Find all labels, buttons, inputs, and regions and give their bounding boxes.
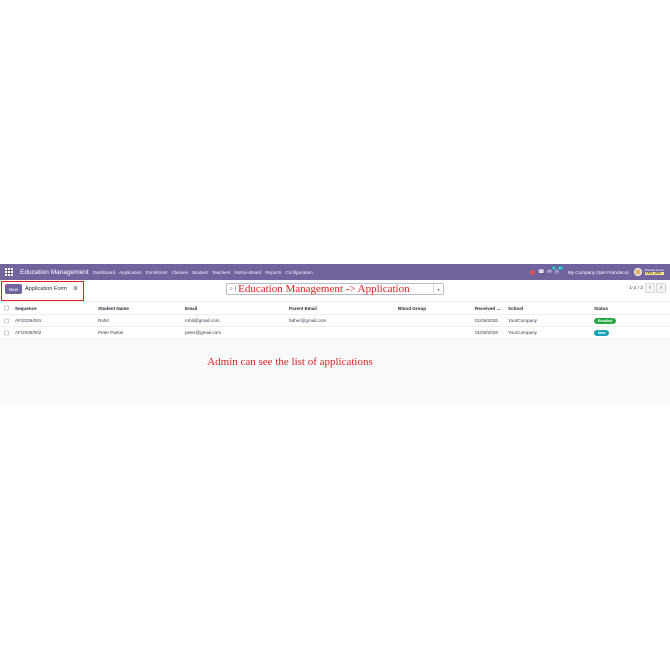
menu-reports[interactable]: Reports: [265, 270, 281, 275]
col-received[interactable]: Received ...: [475, 302, 500, 314]
menu-notice-board[interactable]: Notice-Board: [234, 270, 261, 275]
table-row[interactable]: AF/2026/001 Rohit rohit@gmail.com father…: [0, 315, 670, 327]
gear-icon[interactable]: ⚙: [73, 286, 78, 292]
col-school[interactable]: School: [508, 302, 523, 314]
menu-application[interactable]: Application: [119, 270, 141, 275]
pager-next-button[interactable]: ›: [656, 283, 666, 293]
status-cell: Enrolled: [594, 315, 617, 326]
activities-count: 14: [557, 266, 563, 270]
search-icon: ⌕: [230, 286, 233, 292]
row-checkbox[interactable]: [4, 318, 9, 323]
menu-dashboard[interactable]: Dashboard: [93, 270, 115, 275]
pager-value[interactable]: 1-2 / 2: [629, 286, 643, 291]
new-button[interactable]: New: [5, 284, 22, 294]
menu-teachers[interactable]: Teachers: [212, 270, 231, 275]
table-header: Sequence Student Name Email Parent Email…: [0, 302, 670, 315]
row-checkbox[interactable]: [4, 330, 9, 335]
user-avatar[interactable]: [633, 268, 642, 276]
cell-student-name: Rohit: [98, 318, 109, 323]
cell-sequence: AF/2026/001: [15, 318, 42, 323]
page-title: Application Form: [25, 286, 67, 292]
messages-icon[interactable]: ✉ 8: [547, 266, 556, 275]
search-cursor: |: [234, 286, 237, 292]
col-status[interactable]: Status: [594, 302, 608, 314]
col-blood-group[interactable]: Blood Group: [398, 302, 426, 314]
company-switcher[interactable]: My Company (San Francisco): [568, 270, 629, 275]
control-panel: New Application Form ⚙ ⌕ | Education Man…: [0, 280, 670, 302]
top-navbar: Education Management Dashboard Applicati…: [0, 264, 670, 280]
main-menu: Dashboard Application Enrollment Classes…: [93, 270, 317, 275]
select-all-checkbox[interactable]: [4, 305, 9, 311]
menu-student[interactable]: Student: [192, 270, 208, 275]
applications-table: Sequence Student Name Email Parent Email…: [0, 302, 670, 339]
menu-enrollment[interactable]: Enrollment: [146, 270, 168, 275]
cell-sequence: AF/2026/002: [15, 330, 42, 335]
status-badge: New: [594, 329, 610, 336]
col-student-name[interactable]: Student Name: [98, 302, 129, 314]
col-sequence[interactable]: Sequence: [15, 302, 37, 314]
cell-email: peter@gmail.com: [185, 330, 222, 335]
phone-icon[interactable]: ☎: [538, 269, 544, 275]
status-cell: New: [594, 327, 610, 338]
cell-parent-email: father@gmail.com: [289, 318, 327, 323]
cell-school: YourCompany: [508, 318, 537, 323]
cell-student-name: Peter Parker: [98, 330, 124, 335]
pager-prev-button[interactable]: ‹: [645, 283, 655, 293]
cell-received: 01/06/2026: [475, 318, 498, 323]
app-brand[interactable]: Education Management: [20, 269, 89, 276]
cell-school: YourCompany: [508, 330, 537, 335]
search-overlay-annotation: Education Management -> Application: [238, 283, 410, 295]
col-parent-email[interactable]: Parent Email: [289, 302, 317, 314]
col-email[interactable]: Email: [185, 302, 197, 314]
menu-configuration[interactable]: Configuration: [285, 270, 312, 275]
search-bar[interactable]: ⌕ | Education Management -> Application …: [226, 283, 444, 295]
cell-received: 01/06/2026: [475, 330, 498, 335]
debug-bug-icon[interactable]: [530, 269, 536, 275]
cell-email: rohit@gmail.com: [185, 318, 220, 323]
table-row[interactable]: AF/2026/002 Peter Parker peter@gmail.com…: [0, 327, 670, 339]
navbar-systray: ☎ ✉ 8 ◷ 14 My Company (San Francisco) Mitc…: [530, 266, 664, 276]
status-badge: Enrolled: [594, 317, 617, 324]
app-screen: Education Management Dashboard Applicati…: [0, 264, 670, 406]
user-db-tag[interactable]: Mitchell Admin test_edu: [644, 268, 664, 276]
search-options-toggle[interactable]: ▾: [433, 284, 443, 294]
apps-grid-icon[interactable]: [5, 267, 15, 277]
database-name: test_edu: [644, 271, 664, 276]
activities-icon[interactable]: ◷ 14: [555, 266, 563, 275]
menu-classes[interactable]: Classes: [172, 270, 188, 275]
annotation-caption: Admin can see the list of applications: [207, 356, 373, 368]
